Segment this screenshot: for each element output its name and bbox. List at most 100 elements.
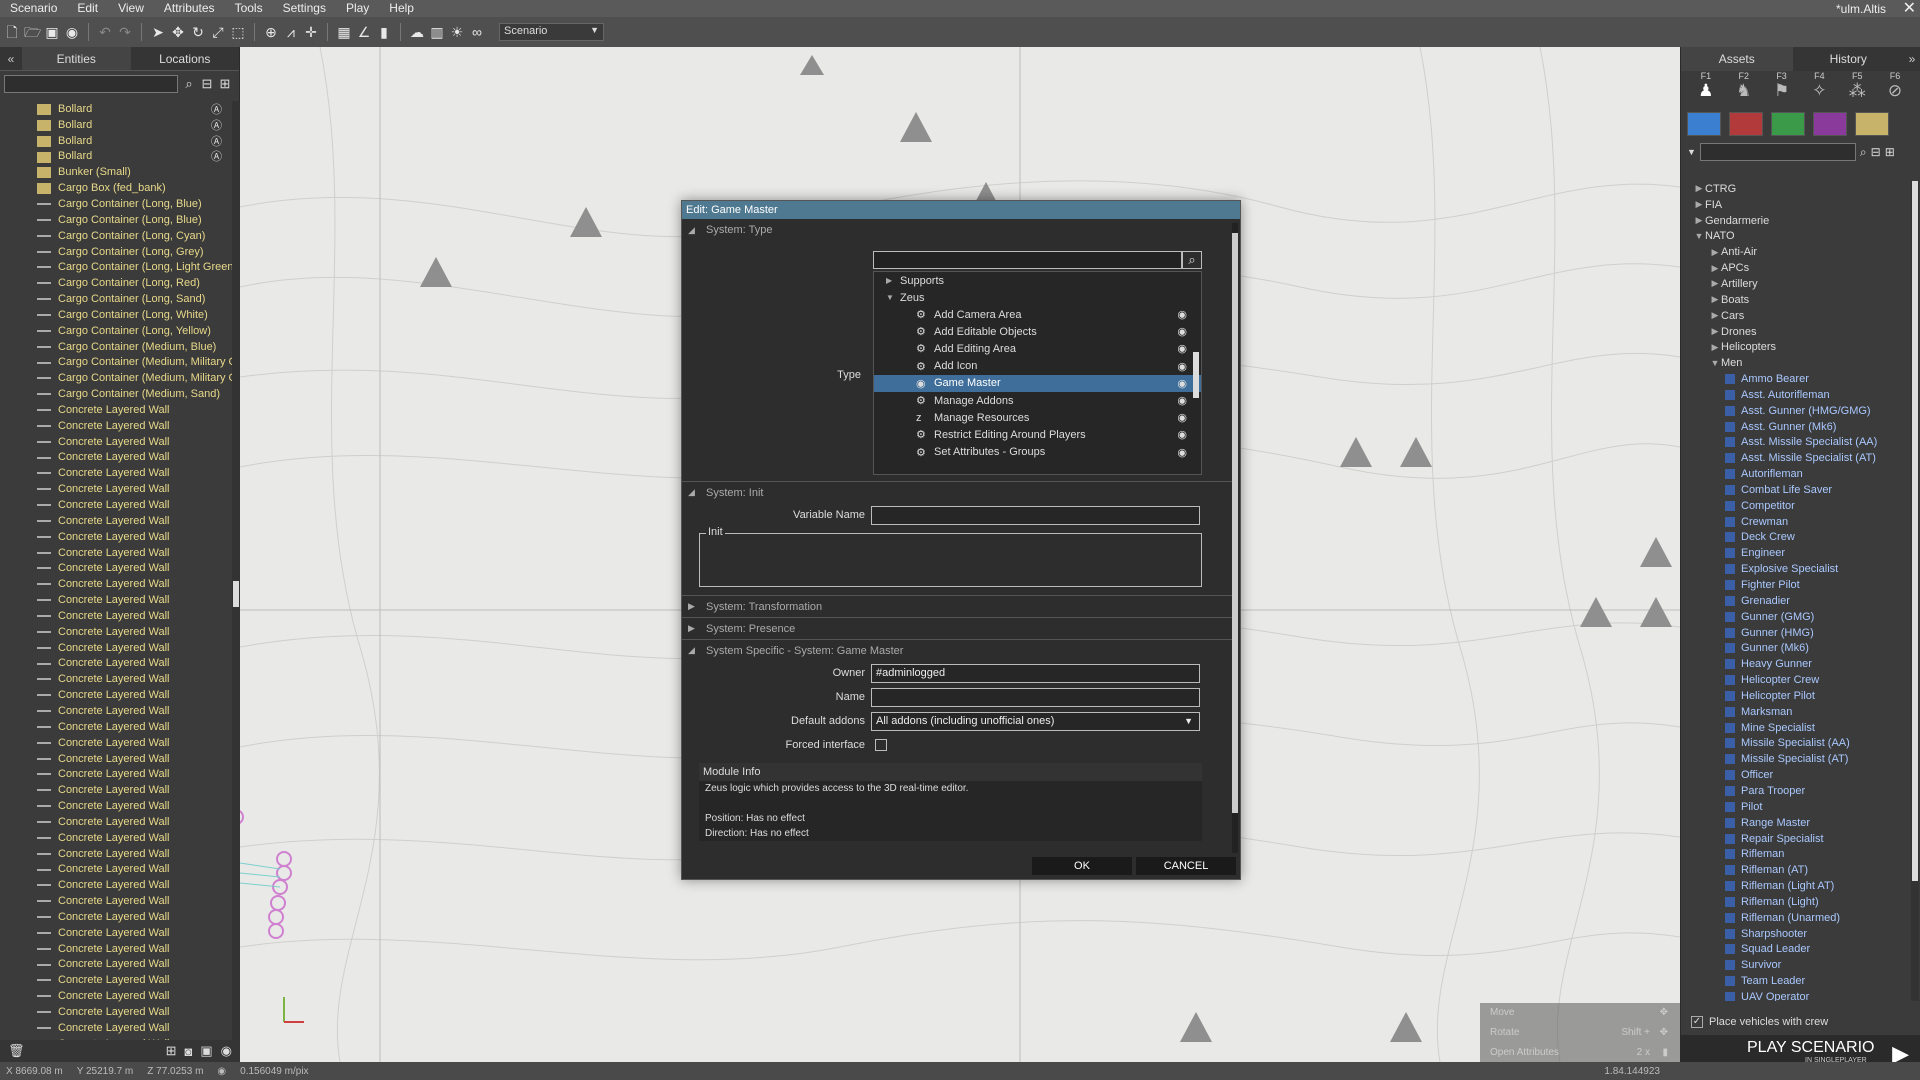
visibility-icon[interactable]: ◉ (221, 1043, 232, 1059)
type-item[interactable]: ⚙ Add Camera Area ◉ (874, 306, 1201, 323)
entity-row[interactable]: Concrete Layered Wall (0, 687, 232, 703)
entity-row[interactable]: Concrete Layered Wall (0, 513, 232, 529)
name-input[interactable] (871, 687, 1200, 707)
default-addons-select[interactable]: All addons (including unofficial ones) ▼ (871, 711, 1200, 731)
asset-item[interactable]: Asst. Autorifleman (1681, 387, 1911, 403)
entity-row[interactable]: Concrete Layered Wall (0, 972, 232, 988)
rotate-icon[interactable]: ↻ (190, 24, 206, 40)
steam-icon[interactable]: ◉ (64, 24, 80, 40)
collapse-triangle-icon[interactable]: ▼ (1709, 358, 1721, 368)
visibility-icon[interactable]: ◉ (1177, 377, 1187, 390)
entity-row[interactable]: Concrete Layered Wall (0, 608, 232, 624)
move-icon[interactable]: ✥ (170, 24, 186, 40)
type-item[interactable]: ⚙ Restrict Editing Around Players ◉ (874, 426, 1201, 443)
entity-row[interactable]: Concrete Layered Wall (0, 877, 232, 893)
entity-row[interactable]: Concrete Layered Wall (0, 893, 232, 909)
entity-row[interactable]: Concrete Layered Wall (0, 576, 232, 592)
category-modules[interactable]: F3 ⚑ (1763, 71, 1801, 109)
area-icon[interactable]: ⬚ (230, 24, 246, 40)
menu-play[interactable]: Play (336, 0, 379, 17)
asset-item[interactable]: Mine Specialist (1681, 720, 1911, 736)
entity-row[interactable]: Concrete Layered Wall (0, 909, 232, 925)
asset-group[interactable]: ▼ Men (1681, 355, 1911, 371)
asset-group[interactable]: ▼ NATO (1681, 229, 1911, 245)
entity-row[interactable]: Cargo Container (Long, Cyan) (0, 228, 232, 244)
entity-row[interactable]: Cargo Container (Long, Light Green) (0, 259, 232, 275)
asset-tree-scrollbar[interactable] (1911, 181, 1919, 1001)
type-search-input[interactable] (873, 251, 1182, 269)
building-icon[interactable]: ▥ (429, 24, 445, 40)
grid-icon[interactable]: ▦ (336, 24, 352, 40)
vertical-icon[interactable]: ▮ (376, 24, 392, 40)
search-icon[interactable]: ⌕ (1182, 251, 1202, 269)
entity-row[interactable]: Concrete Layered Wall (0, 481, 232, 497)
place-vehicles-checkbox[interactable]: ✓ (1691, 1016, 1703, 1028)
side-civilian[interactable] (1813, 112, 1847, 136)
entity-row[interactable]: Concrete Layered Wall (0, 941, 232, 957)
tab-history[interactable]: History (1793, 47, 1905, 71)
expand-triangle-icon[interactable]: ▶ (1709, 278, 1721, 289)
camera-icon[interactable]: ◙ (185, 1044, 193, 1059)
weather-icon[interactable]: ☁ (409, 24, 425, 40)
asset-item[interactable]: Gunner (HMG) (1681, 625, 1911, 641)
entity-row[interactable]: Concrete Layered Wall (0, 830, 232, 846)
entity-row[interactable]: Concrete Layered Wall (0, 465, 232, 481)
terrain-icon[interactable]: ⩘ (283, 24, 299, 40)
lock-icon[interactable]: ▣ (200, 1043, 212, 1059)
entity-row[interactable]: Concrete Layered Wall (0, 988, 232, 1004)
asset-item[interactable]: Pilot (1681, 799, 1911, 815)
asset-group[interactable]: ▶ Drones (1681, 324, 1911, 340)
dialog-title[interactable]: Edit: Game Master (682, 201, 1240, 219)
type-list-scrollbar[interactable] (1193, 272, 1199, 474)
expand-triangle-icon[interactable]: ▶ (1709, 263, 1721, 274)
entity-row[interactable]: Concrete Layered Wall (0, 450, 232, 466)
entity-row[interactable]: Concrete Layered Wall (0, 640, 232, 656)
visibility-icon[interactable]: ◉ (1177, 308, 1187, 321)
entity-row[interactable]: Concrete Layered Wall (0, 703, 232, 719)
asset-item[interactable]: Autorifleman (1681, 466, 1911, 482)
asset-group[interactable]: ▶ Boats (1681, 292, 1911, 308)
menu-scenario[interactable]: Scenario (0, 0, 67, 17)
tab-assets[interactable]: Assets (1681, 47, 1793, 71)
entity-row[interactable]: Concrete Layered Wall (0, 751, 232, 767)
entity-row[interactable]: Concrete Layered Wall (0, 529, 232, 545)
new-file-icon[interactable]: 🗋 (4, 24, 20, 40)
entity-row[interactable]: Cargo Container (Long, Blue) (0, 212, 232, 228)
section-system-transformation[interactable]: ▶ System: Transformation (682, 595, 1232, 617)
scrollbar-thumb[interactable] (1912, 181, 1918, 881)
entity-row[interactable]: Concrete Layered Wall (0, 671, 232, 687)
asset-item[interactable]: Grenadier (1681, 593, 1911, 609)
scale-icon[interactable]: ⤢ (210, 24, 226, 40)
entity-row[interactable]: Cargo Container (Long, Blue) (0, 196, 232, 212)
variable-name-input[interactable] (871, 505, 1200, 525)
asset-group[interactable]: ▶ Helicopters (1681, 339, 1911, 355)
asset-item[interactable]: Engineer (1681, 545, 1911, 561)
asset-item[interactable]: Rifleman (Light AT) (1681, 878, 1911, 894)
new-layer-icon[interactable]: ⊞ (166, 1043, 177, 1059)
asset-group[interactable]: ▶ APCs (1681, 260, 1911, 276)
entity-row[interactable]: Concrete Layered Wall (0, 497, 232, 513)
section-system-presence[interactable]: ▶ System: Presence (682, 617, 1232, 639)
layer-lock-icon[interactable]: Ⓐ (211, 133, 222, 149)
asset-item[interactable]: UAV Operator (1681, 989, 1911, 1001)
entity-row[interactable]: Cargo Container (Medium, Sand) (0, 386, 232, 402)
category-triggers[interactable]: F4 ✧ (1800, 71, 1838, 109)
entity-row[interactable]: Bollard Ⓐ (0, 101, 232, 117)
asset-item[interactable]: Crewman (1681, 514, 1911, 530)
dialog-scrollbar[interactable] (1232, 223, 1238, 853)
side-independent[interactable] (1771, 112, 1805, 136)
asset-item[interactable]: Missile Specialist (AT) (1681, 751, 1911, 767)
entity-row[interactable]: Concrete Layered Wall (0, 766, 232, 782)
scrollbar-thumb[interactable] (1232, 233, 1238, 813)
snap-icon[interactable]: ✛ (303, 24, 319, 40)
scrollbar-thumb[interactable] (233, 581, 239, 607)
expand-triangle-icon[interactable]: ▶ (1709, 294, 1721, 305)
asset-item[interactable]: Explosive Specialist (1681, 561, 1911, 577)
redo-icon[interactable]: ↷ (117, 24, 133, 40)
ok-button[interactable]: OK (1032, 857, 1132, 875)
collapse-right-icon[interactable]: » (1904, 47, 1920, 71)
asset-item[interactable]: Sharpshooter (1681, 926, 1911, 942)
entity-row[interactable]: Cargo Container (Long, Grey) (0, 244, 232, 260)
asset-item[interactable]: Marksman (1681, 704, 1911, 720)
scenario-select[interactable]: Scenario ▼ (499, 23, 604, 41)
